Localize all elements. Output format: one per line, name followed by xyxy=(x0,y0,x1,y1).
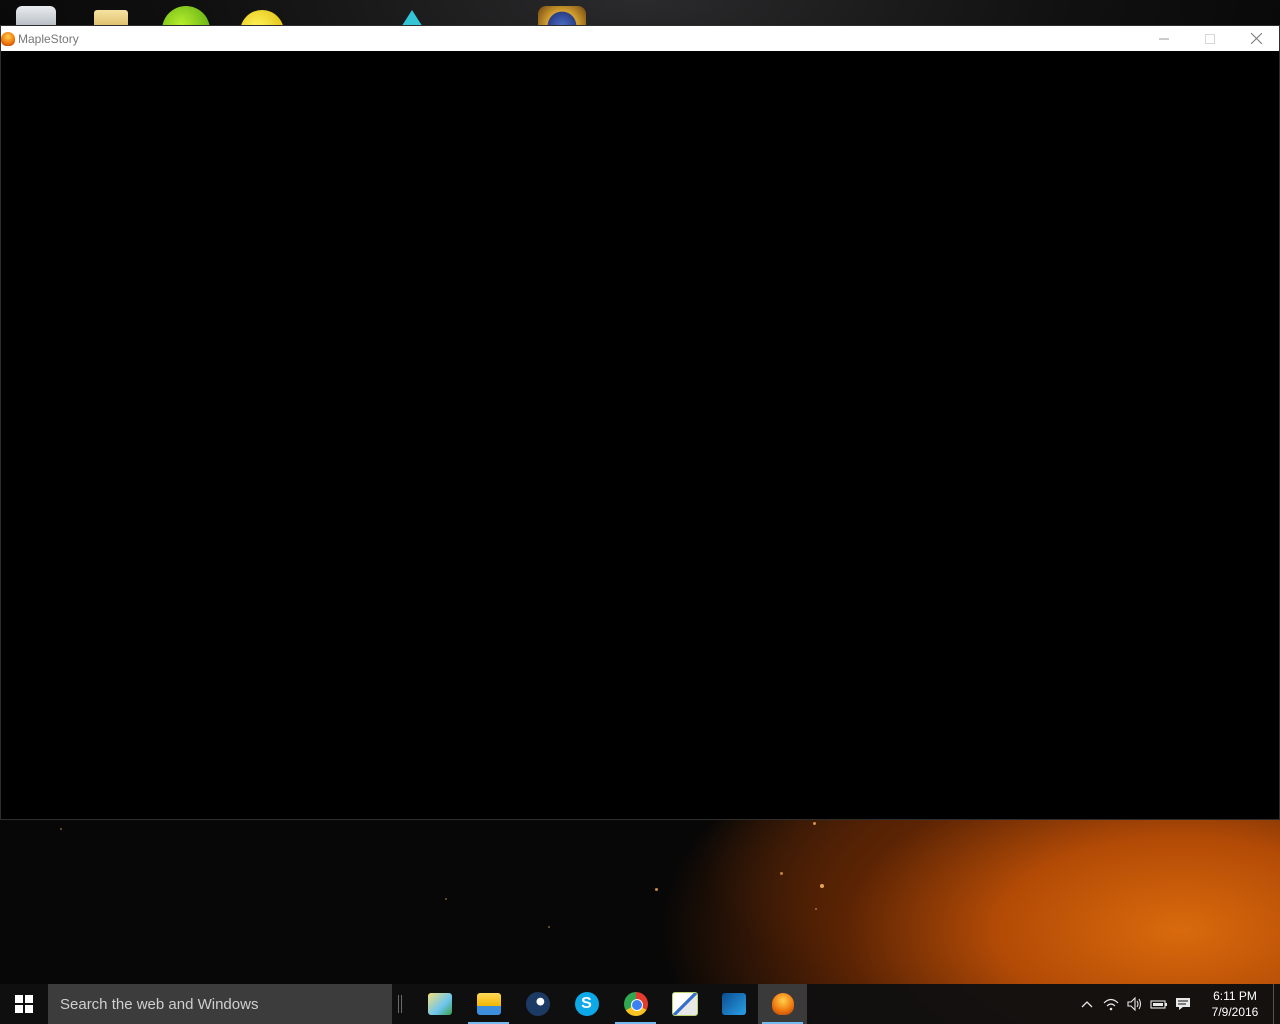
ember xyxy=(60,828,62,830)
ember xyxy=(820,884,824,888)
maplestory-icon xyxy=(1,31,15,46)
show-hidden-icons-button[interactable] xyxy=(1075,984,1099,1024)
ember xyxy=(548,926,550,928)
maximize-button[interactable] xyxy=(1187,26,1233,51)
file-explorer-icon xyxy=(476,993,501,1015)
close-button[interactable] xyxy=(1233,26,1279,51)
taskbar: Search the web and Windows S 6:11 PM 7/9… xyxy=(0,984,1280,1024)
network-button[interactable] xyxy=(1099,984,1123,1024)
search-input[interactable]: Search the web and Windows xyxy=(48,984,392,1024)
action-center-button[interactable] xyxy=(1171,984,1195,1024)
minimize-icon xyxy=(1159,38,1169,39)
system-tray: 6:11 PM 7/9/2016 xyxy=(1075,984,1280,1024)
game-viewport[interactable] xyxy=(1,51,1279,819)
ember xyxy=(815,908,817,910)
desktop: MapleStory Search the web and Windows S … xyxy=(0,0,1280,1024)
start-button[interactable] xyxy=(0,984,48,1024)
volume-button[interactable] xyxy=(1123,984,1147,1024)
search-placeholder: Search the web and Windows xyxy=(60,995,259,1013)
skype-icon: S xyxy=(574,992,599,1016)
taskbar-app-skype[interactable]: S xyxy=(562,984,611,1024)
ember xyxy=(445,898,447,900)
wifi-icon xyxy=(1103,998,1119,1011)
taskbar-app-maps-folder[interactable] xyxy=(415,984,464,1024)
steam-icon xyxy=(525,992,550,1016)
maps-folder-icon xyxy=(427,993,452,1015)
notepad-plus-icon xyxy=(671,992,698,1016)
clock[interactable]: 6:11 PM 7/9/2016 xyxy=(1199,988,1271,1020)
close-icon xyxy=(1250,33,1262,44)
taskbar-app-file-explorer[interactable] xyxy=(464,984,513,1024)
taskbar-app-battle-net[interactable] xyxy=(709,984,758,1024)
window-controls xyxy=(1141,26,1279,51)
battle-net-icon xyxy=(721,993,746,1015)
taskbar-app-notepad-plus[interactable] xyxy=(660,984,709,1024)
taskbar-app-maplestory[interactable] xyxy=(758,984,807,1024)
chevron-up-icon xyxy=(1081,1001,1093,1008)
ember xyxy=(813,822,816,825)
maplestory-icon xyxy=(771,993,794,1015)
windows-logo-icon xyxy=(15,995,33,1013)
minimize-button[interactable] xyxy=(1141,26,1187,51)
clock-time: 6:11 PM xyxy=(1213,989,1257,1003)
taskbar-app-chrome[interactable] xyxy=(611,984,660,1024)
maplestory-window: MapleStory xyxy=(0,25,1280,820)
maximize-icon xyxy=(1205,33,1215,44)
window-title: MapleStory xyxy=(18,31,79,46)
taskbar-app-steam[interactable] xyxy=(513,984,562,1024)
ember xyxy=(655,888,658,891)
notification-icon xyxy=(1176,998,1190,1010)
battery-icon xyxy=(1150,1000,1167,1009)
speaker-icon xyxy=(1127,997,1142,1011)
show-desktop-button[interactable] xyxy=(1273,984,1280,1024)
chrome-icon xyxy=(623,992,648,1016)
task-view-divider xyxy=(398,995,399,1013)
ember xyxy=(780,872,783,875)
title-bar[interactable]: MapleStory xyxy=(1,26,1279,51)
clock-date: 7/9/2016 xyxy=(1211,1005,1259,1019)
battery-button[interactable] xyxy=(1147,984,1171,1024)
